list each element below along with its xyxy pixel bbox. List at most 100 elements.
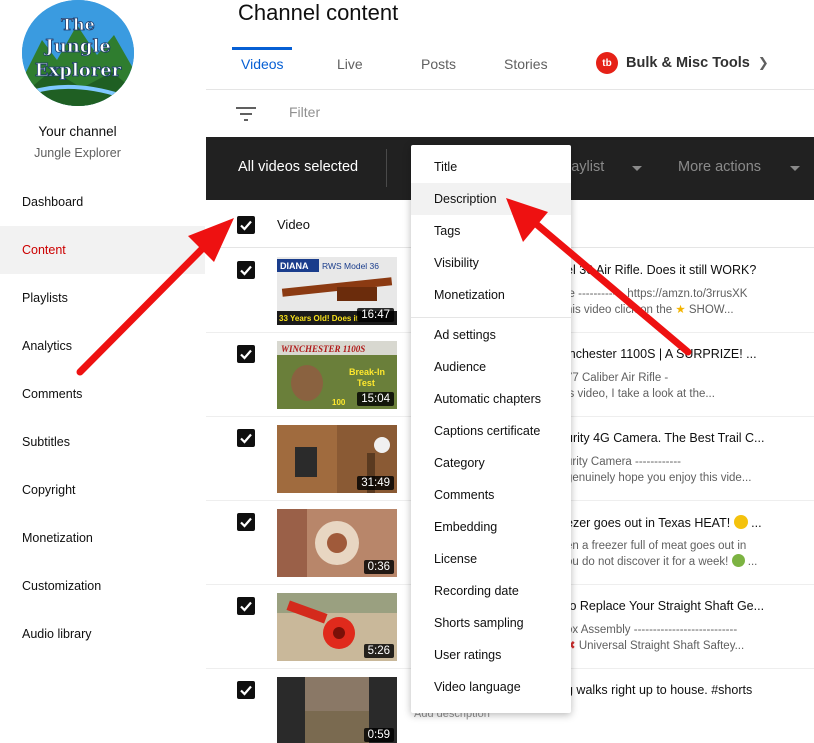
menu-item-video-language[interactable]: Video language — [411, 671, 571, 703]
check-icon — [240, 349, 252, 360]
select-all-checkbox[interactable] — [237, 216, 255, 234]
playlist-caret-icon — [632, 166, 642, 171]
row-checkbox[interactable] — [237, 681, 255, 699]
thumb-caption-text: 33 Years Old! Does it — [279, 314, 359, 323]
more-actions-caret-icon — [790, 166, 800, 171]
check-icon — [240, 685, 252, 696]
sidebar-item-audio-library[interactable]: Audio library — [0, 610, 205, 658]
row-checkbox[interactable] — [237, 345, 255, 363]
video-title[interactable]: el 36 Air Rifle. Does it still WORK? — [566, 263, 756, 277]
video-thumbnail[interactable]: DIANA RWS Model 36 33 Years Old! Does it… — [277, 257, 397, 325]
sidebar-item-analytics[interactable]: Analytics — [0, 322, 205, 370]
video-thumbnail[interactable]: 0:36 — [277, 509, 397, 577]
video-title[interactable]: to Replace Your Straight Shaft Ge... — [566, 599, 764, 613]
description-line-1: le ------------ https://amzn.to/3rrusXK — [566, 288, 748, 300]
menu-item-audience[interactable]: Audience — [411, 351, 571, 383]
video-title[interactable]: g walks right up to house. #shorts — [566, 683, 752, 697]
video-thumbnail[interactable]: WINCHESTER 1100S Break-In Test 100 15:04 — [277, 341, 397, 409]
add-to-playlist-button[interactable]: laylist — [568, 159, 604, 175]
menu-item-monetization[interactable]: Monetization — [411, 279, 571, 311]
filter-input[interactable]: Filter — [289, 104, 320, 120]
sidebar-nav: Dashboard Content Playlists Analytics Co… — [0, 178, 205, 658]
your-channel-label: Your channel — [38, 124, 117, 139]
video-description: 77 Caliber Air Rifle - is video, I take … — [566, 370, 715, 402]
description-line-1: urity Camera ------------ — [566, 456, 681, 468]
video-title[interactable]: urity 4G Camera. The Best Trail C... — [566, 431, 764, 445]
shocked-emoji-icon — [733, 515, 748, 529]
video-title[interactable]: inchester 1100S | A SURPRIZE! ... — [566, 347, 757, 361]
menu-item-embedding[interactable]: Embedding — [411, 511, 571, 543]
description-text-end: Universal Straight Shaft Saftey... — [578, 640, 745, 652]
tubebuddy-logo-icon: tb — [596, 52, 618, 74]
menu-item-visibility[interactable]: Visibility — [411, 247, 571, 279]
menu-item-license[interactable]: License — [411, 543, 571, 575]
bulk-misc-tools-button[interactable]: tb Bulk & Misc Tools ❯ — [596, 52, 769, 74]
description-text-end: ... — [747, 556, 758, 568]
video-title[interactable]: ezer goes out in Texas HEAT! ... — [566, 515, 762, 530]
more-actions-button[interactable]: More actions — [678, 159, 761, 175]
menu-item-ad-settings[interactable]: Ad settings — [411, 319, 571, 351]
sidebar-item-dashboard[interactable]: Dashboard — [0, 178, 205, 226]
row-checkbox[interactable] — [237, 513, 255, 531]
row-checkbox[interactable] — [237, 261, 255, 279]
tab-stories[interactable]: Stories — [504, 56, 548, 72]
menu-item-captions-certificate[interactable]: Captions certificate — [411, 415, 571, 447]
channel-logo: The Jungle Explorer — [22, 0, 134, 106]
tab-videos[interactable]: Videos — [241, 56, 284, 72]
video-duration: 0:36 — [363, 560, 394, 574]
video-description: en a freezer full of meat goes out in ou… — [566, 538, 757, 570]
menu-item-description[interactable]: Description — [411, 183, 571, 215]
video-thumbnail[interactable]: 0:59 — [277, 677, 397, 743]
row-checkbox[interactable] — [237, 429, 255, 447]
description-line-1: en a freezer full of meat goes out in — [566, 540, 747, 552]
sidebar-item-subtitles[interactable]: Subtitles — [0, 418, 205, 466]
star-emoji-icon: ★ — [675, 304, 686, 316]
tab-posts[interactable]: Posts — [421, 56, 456, 72]
video-description: le ------------ https://amzn.to/3rrusXK … — [566, 286, 747, 318]
video-description: ox Assembly --------------------------- … — [566, 622, 744, 654]
check-icon — [240, 265, 252, 276]
sidebar-item-monetization[interactable]: Monetization — [0, 514, 205, 562]
tab-live[interactable]: Live — [337, 56, 363, 72]
menu-item-user-ratings[interactable]: User ratings — [411, 639, 571, 671]
video-title-text: ezer goes out in Texas HEAT! — [566, 516, 731, 530]
edit-field-dropdown-menu: Title Description Tags Visibility Moneti… — [411, 145, 571, 713]
check-icon — [240, 517, 252, 528]
menu-item-tags[interactable]: Tags — [411, 215, 571, 247]
description-text: ou do not discover it for a week! — [566, 556, 729, 568]
video-thumbnail[interactable]: 31:49 — [277, 425, 397, 493]
sidebar-item-copyright[interactable]: Copyright — [0, 466, 205, 514]
logo-line-1: The — [61, 15, 95, 34]
thumb-caption-text-3: 100 — [332, 398, 346, 407]
description-line-2: genuinely hope you enjoy this vide... — [566, 472, 752, 484]
sidebar-item-playlists[interactable]: Playlists — [0, 274, 205, 322]
filter-icon[interactable] — [236, 106, 256, 122]
thumb-brand-text: DIANA — [280, 261, 309, 271]
all-videos-selected-label: All videos selected — [238, 159, 359, 175]
row-checkbox[interactable] — [237, 597, 255, 615]
menu-item-shorts-sampling[interactable]: Shorts sampling — [411, 607, 571, 639]
check-icon — [240, 220, 252, 231]
tab-active-indicator — [232, 47, 292, 50]
logo-line-2: Jungle — [43, 36, 111, 57]
menu-item-recording-date[interactable]: Recording date — [411, 575, 571, 607]
description-line-2: his video click on the ★ SHOW... — [566, 302, 747, 318]
thumb-brand-text: WINCHESTER 1100S — [281, 344, 365, 354]
sidebar-item-customization[interactable]: Customization — [0, 562, 205, 610]
sidebar-item-content[interactable]: Content — [0, 226, 205, 274]
video-title-ellipsis: ... — [751, 516, 762, 530]
selection-bar-divider — [386, 149, 387, 187]
description-text-end: SHOW... — [688, 304, 734, 316]
video-duration: 0:59 — [363, 728, 394, 742]
video-thumbnail[interactable]: 5:26 — [277, 593, 397, 661]
menu-item-automatic-chapters[interactable]: Automatic chapters — [411, 383, 571, 415]
menu-item-comments[interactable]: Comments — [411, 479, 571, 511]
channel-avatar[interactable]: The Jungle Explorer — [22, 0, 134, 106]
channel-handle: Jungle Explorer — [34, 146, 121, 160]
sidebar-item-comments[interactable]: Comments — [0, 370, 205, 418]
menu-item-category[interactable]: Category — [411, 447, 571, 479]
description-line-2: ✖ Universal Straight Shaft Saftey... — [566, 638, 744, 654]
sidebar: The Jungle Explorer Your channel Jungle … — [0, 0, 205, 743]
video-duration: 15:04 — [357, 392, 394, 406]
menu-item-title[interactable]: Title — [411, 151, 571, 183]
